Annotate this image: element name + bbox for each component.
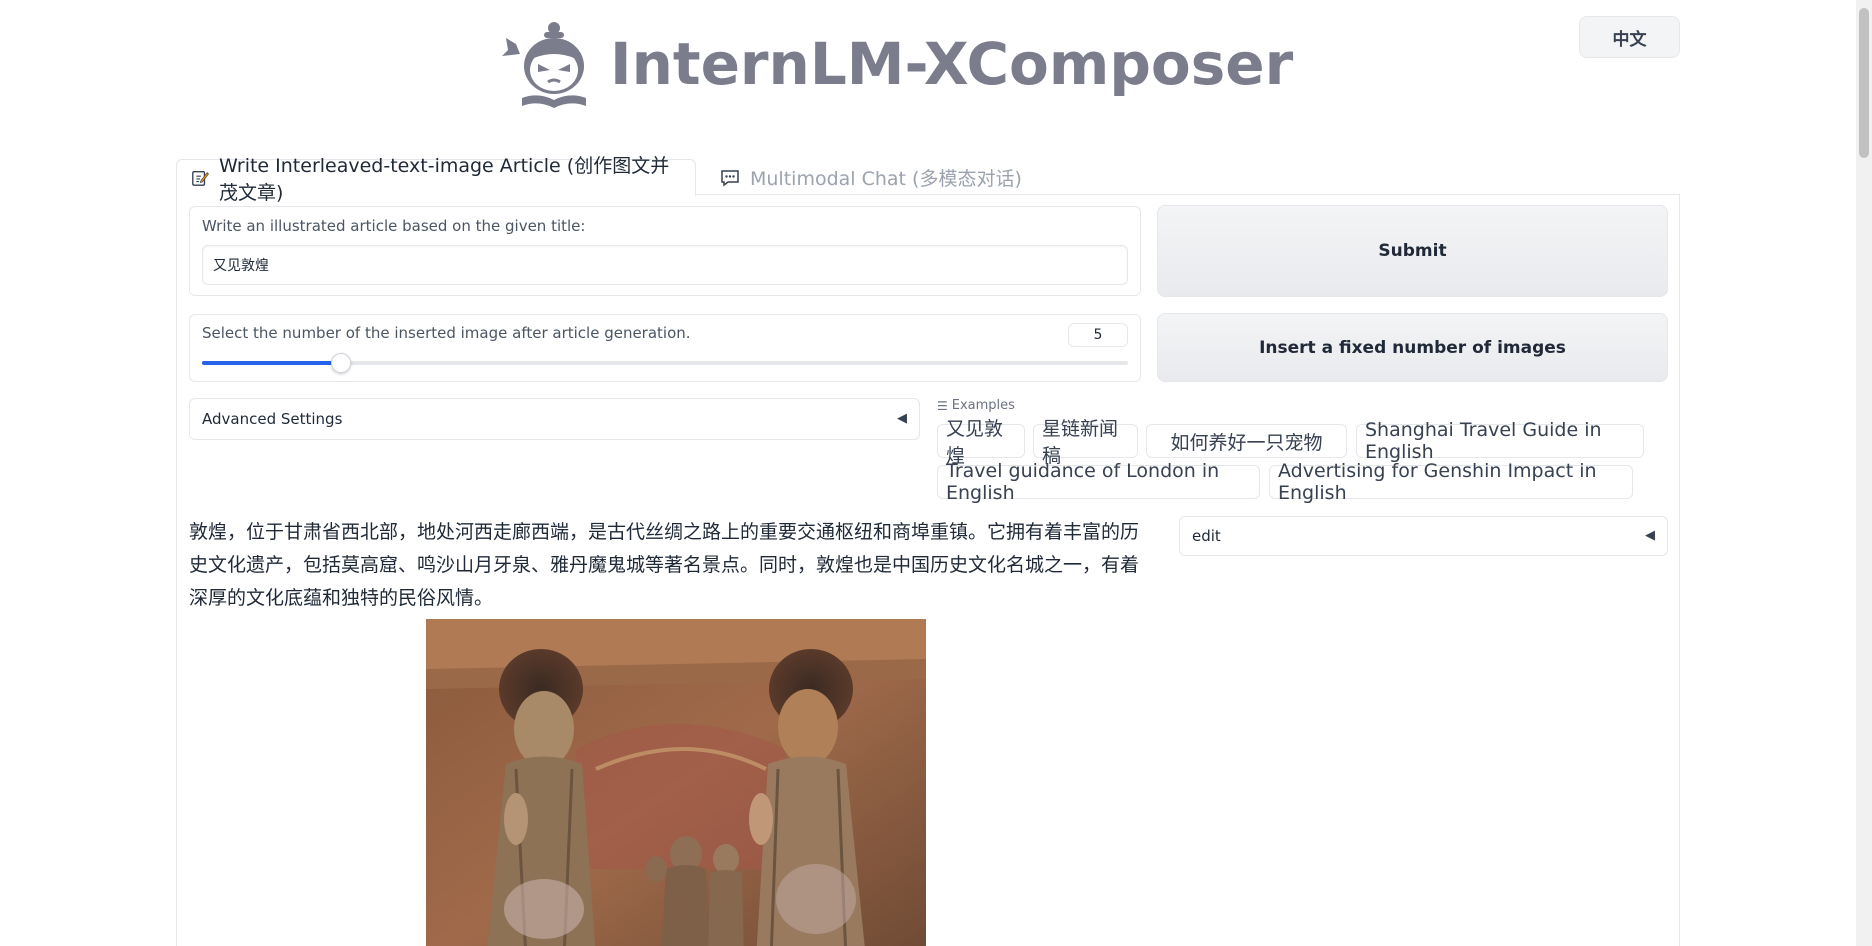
- examples-label: Examples: [951, 398, 1015, 413]
- example-button[interactable]: Advertising for Genshin Impact in Englis…: [1269, 460, 1633, 504]
- scrollbar-thumb[interactable]: [1859, 8, 1869, 158]
- advanced-settings-label: Advanced Settings: [202, 410, 343, 428]
- article-image: [426, 619, 926, 946]
- insert-images-button[interactable]: Insert a fixed number of images: [1157, 313, 1668, 382]
- list-icon: ☰: [937, 398, 948, 413]
- app-title: InternLM-XComposer: [610, 30, 1294, 98]
- language-toggle-button[interactable]: 中文: [1579, 16, 1680, 58]
- tab-multimodal-chat[interactable]: Multimodal Chat (多模态对话): [706, 159, 1036, 196]
- example-button[interactable]: Shanghai Travel Guide in English: [1356, 419, 1644, 463]
- example-button[interactable]: 又见敦煌: [937, 418, 1025, 467]
- example-button[interactable]: 如何养好一只宠物: [1146, 424, 1347, 458]
- tab-multimodal-chat-label: Multimodal Chat (多模态对话): [750, 168, 1022, 190]
- triangle-left-icon: ◀: [1645, 528, 1655, 543]
- image-count-slider-group: Select the number of the inserted image …: [189, 314, 1141, 382]
- example-button[interactable]: Travel guidance of London in English: [937, 460, 1260, 504]
- title-field-group: Write an illustrated article based on th…: [189, 206, 1141, 296]
- title-field-label: Write an illustrated article based on th…: [202, 217, 586, 235]
- page-scrollbar[interactable]: [1856, 0, 1872, 946]
- image-count-slider-fill: [202, 361, 341, 365]
- title-input[interactable]: 又见敦煌: [202, 245, 1128, 285]
- image-count-number-input[interactable]: 5: [1068, 323, 1128, 347]
- image-count-label: Select the number of the inserted image …: [202, 324, 691, 342]
- generated-article-text: 敦煌，位于甘肃省西北部，地处河西走廊西端，是古代丝绸之路上的重要交通枢纽和商埠重…: [189, 521, 1140, 609]
- edit-label: edit: [1192, 527, 1221, 545]
- chat-bubble-icon: [721, 169, 739, 186]
- app-page: InternLM-XComposer 中文 Write Interleaved-…: [0, 0, 1872, 946]
- pencil-note-icon: [192, 170, 209, 186]
- image-count-slider-thumb[interactable]: [330, 353, 351, 373]
- app-logo: InternLM-XComposer: [498, 14, 1293, 114]
- edit-accordion[interactable]: edit ◀: [1179, 516, 1668, 556]
- example-button[interactable]: 星链新闻稿: [1033, 418, 1138, 467]
- submit-button[interactable]: Submit: [1157, 205, 1668, 297]
- triangle-left-icon: ◀: [897, 411, 907, 426]
- tab-write-article[interactable]: Write Interleaved-text-image Article (创作…: [176, 155, 696, 204]
- advanced-settings-accordion[interactable]: Advanced Settings ◀: [189, 398, 920, 440]
- buddha-statues-image: [426, 619, 926, 946]
- examples-header: ☰ Examples: [937, 398, 1015, 413]
- tab-bar: Write Interleaved-text-image Article (创作…: [176, 155, 1680, 204]
- mascot-logo-icon: [502, 22, 586, 108]
